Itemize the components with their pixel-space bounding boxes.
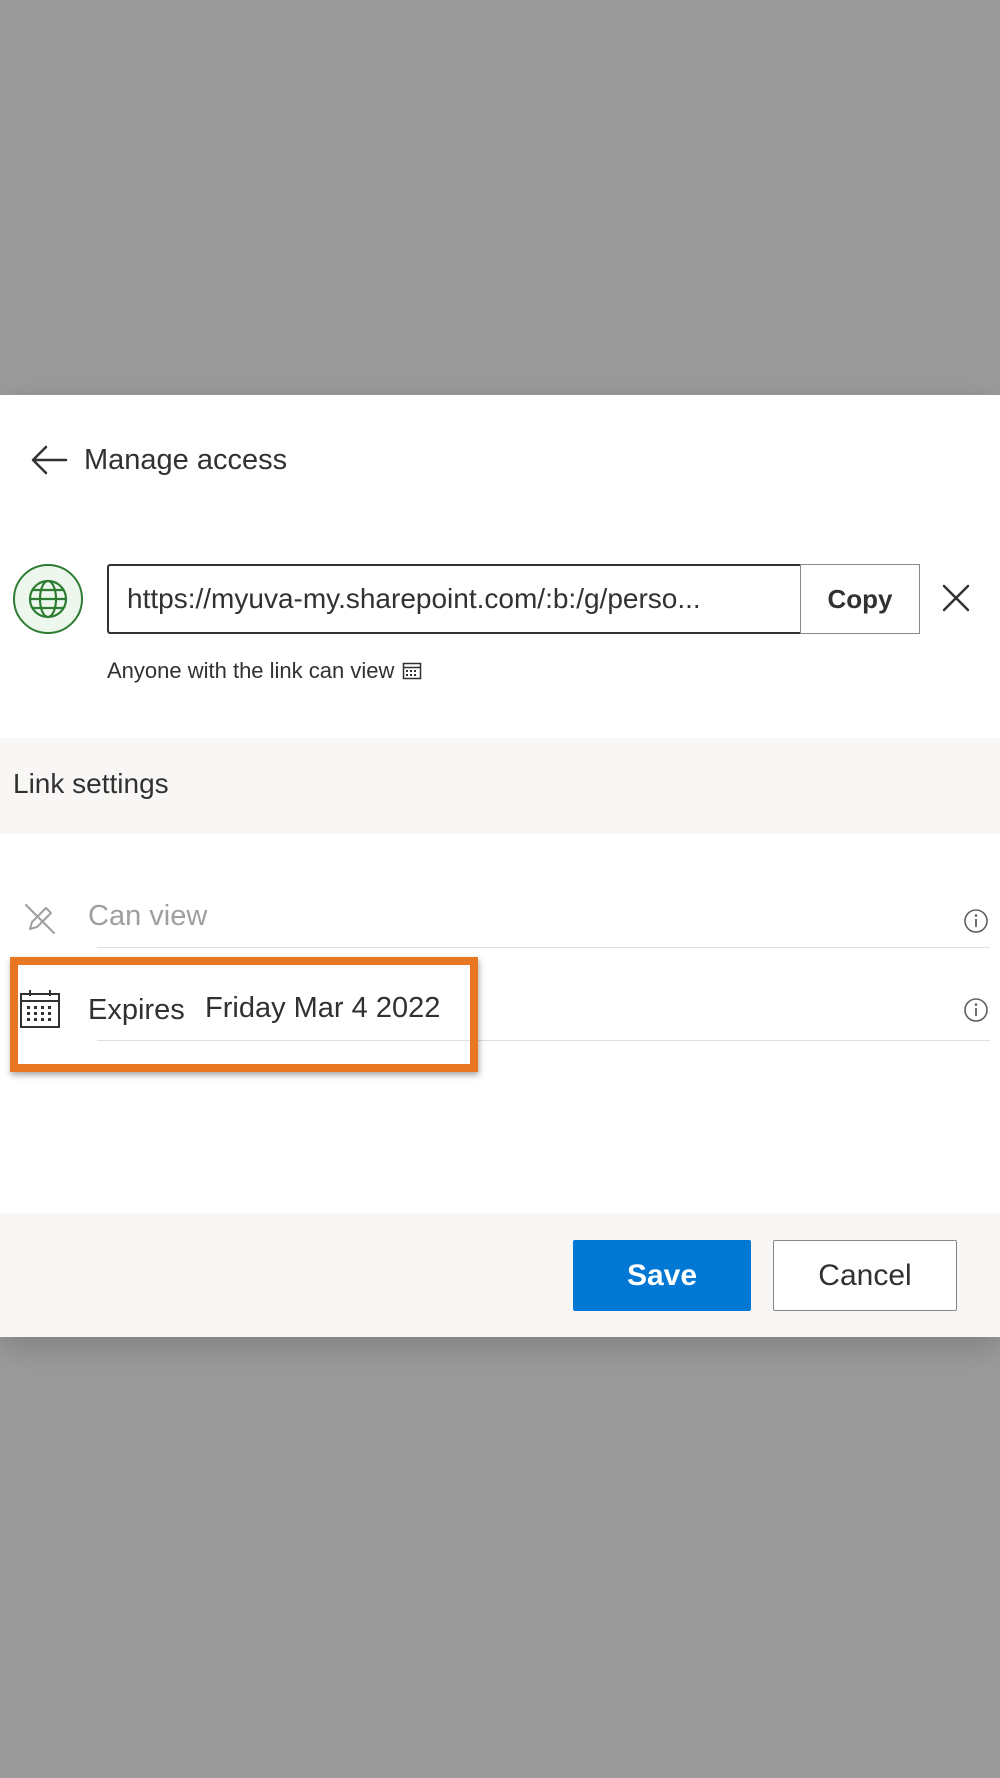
expiration-row[interactable]: Expires Friday Mar 4 2022 bbox=[0, 965, 1000, 1055]
calendar-icon bbox=[18, 987, 62, 1031]
dialog-footer: Save Cancel bbox=[0, 1213, 1000, 1337]
cancel-button[interactable]: Cancel bbox=[773, 1240, 957, 1311]
arrow-left-icon[interactable] bbox=[28, 439, 70, 481]
link-description: Anyone with the link can view bbox=[107, 658, 395, 683]
manage-access-dialog: Manage access https://myuva-my.sharepoin… bbox=[0, 395, 1000, 1337]
share-link-field[interactable]: https://myuva-my.sharepoint.com/:b:/g/pe… bbox=[107, 564, 800, 634]
divider bbox=[97, 1040, 990, 1041]
expiration-date-field[interactable]: Friday Mar 4 2022 bbox=[205, 992, 440, 1025]
save-button[interactable]: Save bbox=[573, 1240, 751, 1311]
copy-button[interactable]: Copy bbox=[800, 564, 920, 634]
link-settings-section: Link settings bbox=[0, 738, 1000, 834]
section-title: Link settings bbox=[13, 768, 169, 799]
link-permission-summary: Anyone with the link can view bbox=[107, 658, 422, 684]
pencil-off-icon bbox=[18, 897, 62, 941]
info-icon[interactable] bbox=[962, 907, 990, 935]
close-icon[interactable] bbox=[935, 577, 977, 619]
info-icon[interactable] bbox=[962, 996, 990, 1024]
globe-icon bbox=[13, 564, 83, 634]
divider bbox=[97, 947, 990, 948]
share-link-url: https://myuva-my.sharepoint.com/:b:/g/pe… bbox=[127, 583, 701, 614]
page-title: Manage access bbox=[84, 443, 288, 476]
dialog-header: Manage access bbox=[28, 439, 287, 481]
permission-label: Can view bbox=[88, 900, 208, 932]
expires-label: Expires bbox=[88, 994, 185, 1026]
permission-row[interactable]: Can view bbox=[0, 875, 1000, 965]
calendar-icon bbox=[402, 661, 422, 681]
